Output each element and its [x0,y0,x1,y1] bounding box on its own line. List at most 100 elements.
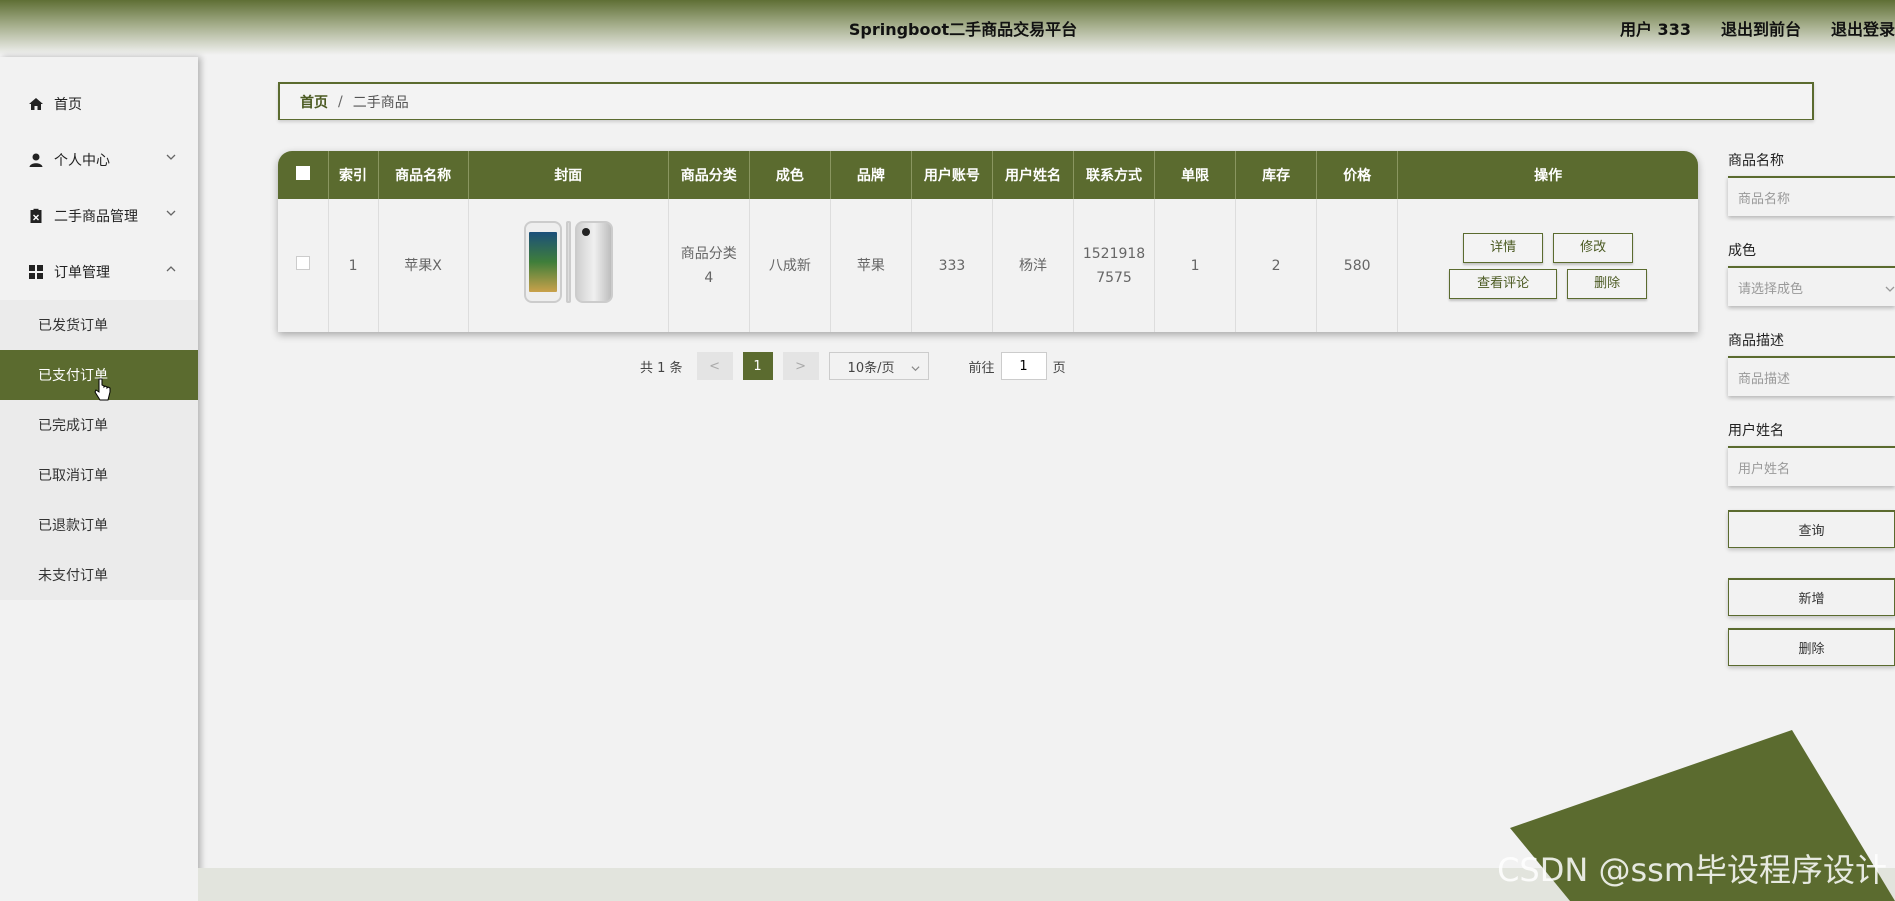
back-to-front-link[interactable]: 退出到前台 [1721,16,1801,40]
column-header: 索引 [328,151,379,199]
column-header: 价格 [1316,151,1399,199]
sidebar-item-profile[interactable]: 个人中心 [0,132,198,188]
column-header: 品牌 [830,151,912,199]
app-title: Springboot二手商品交易平台 [848,20,1078,39]
username-input[interactable]: 用户姓名 [1728,446,1895,486]
page-size-select[interactable]: 10条/页 [828,352,929,380]
current-user[interactable]: 用户 333 [1620,16,1691,40]
page-size-value: 10条/页 [847,360,895,376]
column-header: 操作 [1534,168,1563,184]
detail-button[interactable]: 详情 [1463,232,1544,263]
chevron-up-icon [166,262,176,272]
home-icon [28,96,44,112]
cell-condition: 八成新 [749,199,831,332]
goto-label: 前往 [968,360,995,376]
description-label: 商品描述 [1728,333,1784,349]
cell-price: 580 [1316,199,1399,332]
cell-brand: 苹果 [830,199,912,332]
phone-line: 1521918 [1082,245,1146,262]
row-checkbox[interactable] [295,255,310,270]
chevron-down-icon [166,206,176,216]
sidebar-item-goods[interactable]: 二手商品管理 [0,188,198,244]
prev-page-button[interactable]: < [696,352,733,380]
breadcrumb: 首页 / 二手商品 [278,82,1814,120]
grid-icon [28,264,44,280]
column-header: 联系方式 [1073,151,1156,199]
view-comments-button[interactable]: 查看评论 [1449,268,1558,299]
sidebar-item-shipped-orders[interactable]: 已发货订单 [0,300,198,350]
next-page-button[interactable]: > [782,352,819,380]
add-button[interactable]: 新增 [1728,578,1895,616]
sidebar-item-orders[interactable]: 订单管理 [0,244,198,300]
column-header: 库存 [1235,151,1318,199]
clipboard-icon [28,208,44,224]
cell-index: 1 [328,199,379,332]
edit-button[interactable]: 修改 [1553,232,1634,263]
condition-select[interactable]: 请选择成色 [1728,266,1895,306]
pointer-cursor-icon [94,378,111,401]
sidebar-item-label: 订单管理 [54,265,110,281]
select-all-checkbox[interactable] [295,166,310,180]
top-header: Springboot二手商品交易平台 用户 333 退出到前台 退出登录 [0,0,1895,55]
batch-delete-button[interactable]: 删除 [1728,628,1895,666]
column-header: 商品分类 [668,151,750,199]
page-number-button[interactable]: 1 [742,352,773,380]
chevron-down-icon [911,362,920,372]
sidebar: 首页 个人中心 二手商品管理 订单管理 已发货订单 已支付订单 已完成订单 已取… [0,57,198,901]
category-line: 商品分类 [680,245,737,262]
column-header: 用户姓名 [992,151,1075,199]
header-actions: 用户 333 退出到前台 退出登录 [1620,16,1895,40]
category-line: 4 [704,269,714,286]
goods-name-input[interactable]: 商品名称 [1728,176,1895,216]
chevron-down-icon [1885,283,1895,293]
breadcrumb-current: 二手商品 [352,94,409,111]
column-header: 封面 [468,151,669,199]
goods-table: 索引 商品名称 封面 商品分类 成色 品牌 用户账号 用户姓名 联系方式 单限 … [278,151,1698,332]
cell-phone: 1521918 7575 [1073,199,1156,332]
phone-front-image [523,220,562,303]
phone-line: 7575 [1096,269,1132,286]
select-all-cell [278,151,329,199]
cell-ops: 详情 修改 查看评论 删除 [1398,199,1698,332]
breadcrumb-home[interactable]: 首页 [300,92,328,112]
logout-link[interactable]: 退出登录 [1831,16,1895,40]
query-button[interactable]: 查询 [1728,510,1895,548]
sidebar-item-cancelled-orders[interactable]: 已取消订单 [0,450,198,500]
breadcrumb-separator: / [338,93,343,110]
sidebar-item-refunded-orders[interactable]: 已退款订单 [0,500,198,550]
column-header: 成色 [749,151,831,199]
cell-account: 333 [911,199,993,332]
sidebar-item-label: 二手商品管理 [54,209,138,225]
cell-stock: 2 [1235,199,1318,332]
goto-page-input[interactable] [1000,352,1047,380]
page-unit-label: 页 [1052,360,1066,376]
phone-back-image [574,220,613,303]
condition-label: 成色 [1728,243,1756,259]
cell-username: 杨洋 [992,199,1075,332]
description-input[interactable]: 商品描述 [1728,356,1895,396]
column-header: 商品名称 [378,151,469,199]
sidebar-item-home[interactable]: 首页 [0,76,198,132]
cell-category: 商品分类 4 [668,199,750,332]
orders-submenu: 已发货订单 已支付订单 已完成订单 已取消订单 已退款订单 未支付订单 [0,300,198,600]
column-header: 用户账号 [911,151,993,199]
chevron-down-icon [166,150,176,160]
sidebar-item-completed-orders[interactable]: 已完成订单 [0,400,198,450]
cell-name: 苹果X [378,199,469,332]
phone-side-image [565,220,571,303]
username-label: 用户姓名 [1728,423,1784,439]
user-icon [28,152,44,168]
delete-row-button[interactable]: 删除 [1567,268,1648,299]
column-header: 单限 [1154,151,1237,199]
cover-image [523,220,613,303]
watermark: CSDN @ssm毕设程序设计 [1497,851,1887,889]
sidebar-item-label: 个人中心 [54,153,110,169]
table-row: 1 苹果X 商品分类 4 八成新 苹果 333 杨洋 1521918 7575 1 … [278,199,1698,332]
search-panel: 商品名称 商品名称 成色 请选择成色 商品描述 商品描述 用户姓名 用户姓名 查… [1728,150,1895,666]
cell-limit: 1 [1154,199,1237,332]
goods-name-label: 商品名称 [1728,153,1784,169]
row-select-cell [278,199,329,332]
table-header-row: 索引 商品名称 封面 商品分类 成色 品牌 用户账号 用户姓名 联系方式 单限 … [278,151,1698,199]
sidebar-item-unpaid-orders[interactable]: 未支付订单 [0,550,198,600]
cell-cover [468,199,669,332]
